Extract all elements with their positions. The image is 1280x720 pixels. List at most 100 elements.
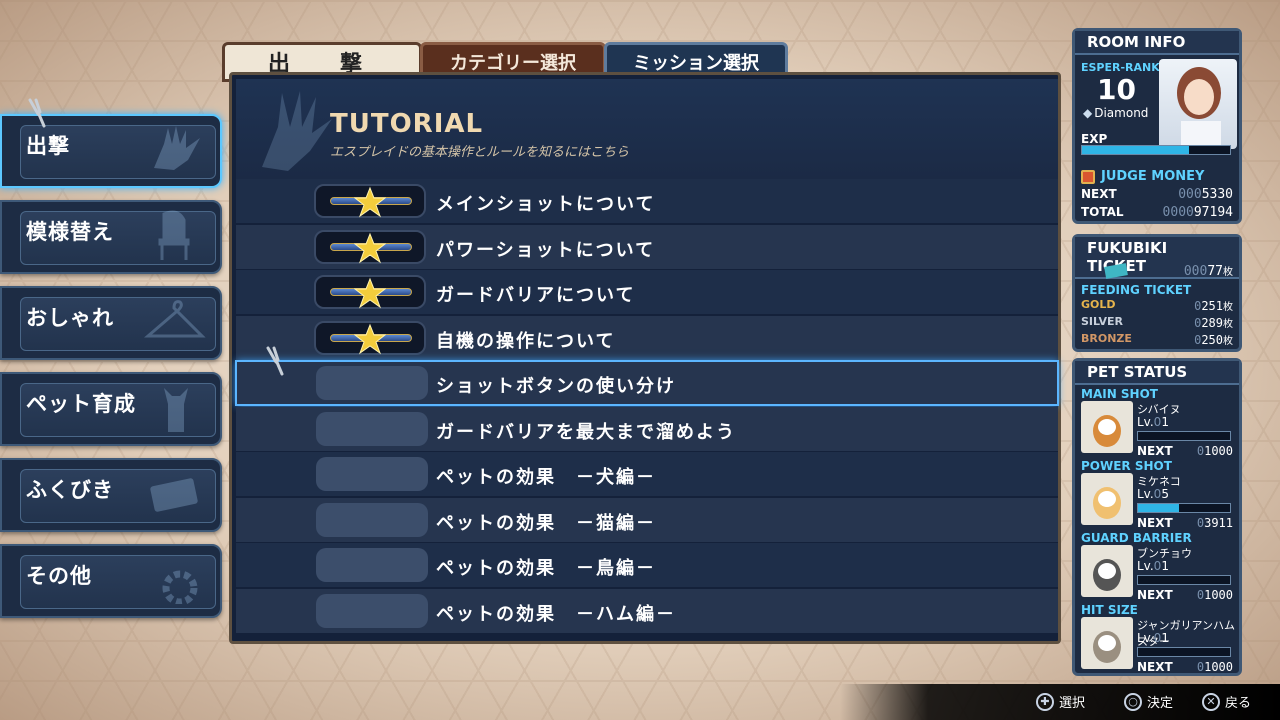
pet-next-label: NEXT (1137, 444, 1173, 458)
menu-item-label: 模様替え (26, 220, 114, 244)
mission-label: ペットの効果 －猫編－ (436, 512, 656, 534)
empty-badge (316, 502, 428, 537)
mission-label: メインショットについて (436, 194, 656, 215)
pet-level-value: 5 (1161, 487, 1169, 501)
menu-item-pet-training[interactable]: ペット育成 (0, 372, 222, 446)
mission-label: ガードバリアを最大まで溜めよう (436, 421, 736, 443)
diamond-icon: ◆ (1083, 106, 1093, 120)
bronze-count: 250 (1201, 333, 1223, 347)
pet-exp-bar (1137, 431, 1231, 441)
pet-level: Lv.01 (1137, 631, 1169, 645)
mission-row[interactable]: ペットの効果 －猫編－ (236, 497, 1058, 542)
ticket-icon (1104, 263, 1128, 279)
gold-label: GOLD (1081, 298, 1116, 311)
next-label: NEXT (1081, 187, 1117, 201)
menu-item-label: ふくびき (26, 478, 114, 502)
ticket-count: 77 (1207, 264, 1223, 279)
pet-slot-label: POWER SHOT (1081, 459, 1172, 473)
cross-button-icon: ✕ (1202, 692, 1220, 711)
room-info-title: ROOM INFO (1075, 31, 1239, 55)
pet-next-label: NEXT (1137, 516, 1173, 530)
star-icon (354, 232, 386, 263)
silver-label: SILVER (1081, 315, 1124, 328)
pet-next-label: NEXT (1137, 660, 1173, 674)
cursor-icon (266, 346, 284, 376)
hand-icon (154, 126, 200, 170)
hanger-icon (144, 300, 206, 338)
menu-item-label: おしゃれ (26, 306, 114, 330)
hint-confirm: ○ 決定 (1124, 692, 1173, 711)
silver-unit: 枚 (1223, 319, 1233, 330)
pet-portrait (1081, 473, 1133, 525)
tutorial-subtitle: エスプレイドの基本操作とルールを知るにはこちら (330, 145, 630, 160)
rank-value: 10 (1097, 73, 1136, 106)
mission-row[interactable]: ガードバリアを最大まで溜めよう (236, 406, 1058, 451)
mission-row[interactable]: ペットの効果 －鳥編－ (236, 543, 1058, 587)
ticket-unit: 枚 (1223, 267, 1233, 278)
menu-item-label: その他 (26, 564, 92, 588)
pet-portrait (1081, 545, 1133, 597)
empty-badge (316, 366, 428, 400)
pet-level: Lv.05 (1137, 487, 1169, 501)
menu-item-other[interactable]: その他 (0, 544, 222, 618)
hint-confirm-label: 決定 (1147, 696, 1174, 711)
star-icon (354, 277, 386, 309)
mission-row[interactable]: 自機の操作について (236, 315, 1058, 360)
mission-row[interactable]: ショットボタンの使い分け (235, 360, 1059, 406)
empty-badge (316, 457, 428, 491)
money-icon (1081, 169, 1095, 184)
pet-slot-label: MAIN SHOT (1081, 387, 1158, 401)
mission-label: ショットボタンの使い分け (436, 376, 676, 397)
pet-level-value: 1 (1161, 415, 1169, 429)
mission-row[interactable]: パワーショットについて (236, 224, 1058, 269)
gold-count: 251 (1201, 299, 1223, 313)
pet-next-label: NEXT (1137, 588, 1173, 602)
mission-row[interactable]: メインショットについて (236, 179, 1058, 223)
menu-item-label: 出撃 (26, 134, 70, 158)
ticket-count-padding: 000 (1183, 264, 1208, 279)
hint-back-label: 戻る (1225, 696, 1252, 711)
menu-item-label: ペット育成 (26, 392, 136, 416)
pet-portrait (1081, 617, 1133, 669)
silver-count: 289 (1201, 316, 1223, 330)
next-value-padding: 000 (1178, 187, 1202, 202)
menu-item-lottery[interactable]: ふくびき (0, 458, 222, 532)
next-value: 5330 (1201, 187, 1233, 202)
empty-badge (316, 411, 428, 446)
mission-row[interactable]: ペットの効果 －ハム編－ (236, 588, 1058, 633)
cat-icon (164, 388, 188, 432)
pet-level-value: 1 (1161, 631, 1169, 645)
menu-item-redecorate[interactable]: 模様替え (0, 200, 222, 274)
pet-next-value: 1000 (1204, 444, 1233, 458)
dpad-icon: ✚ (1036, 692, 1054, 711)
pet-exp-bar (1137, 503, 1231, 513)
control-hints-bar: ✚ 選択 ○ 決定 ✕ 戻る (840, 684, 1280, 720)
mission-label: パワーショットについて (436, 239, 656, 261)
chair-icon (158, 210, 190, 260)
pet-next-value: 3911 (1204, 516, 1233, 530)
exp-label: EXP (1081, 132, 1108, 146)
total-value: 97194 (1193, 205, 1233, 220)
gear-icon (162, 570, 198, 604)
star-icon (354, 186, 386, 218)
clear-badge (314, 320, 426, 355)
hand-icon (262, 91, 332, 171)
gold-unit: 枚 (1223, 302, 1233, 313)
mission-panel: TUTORIAL エスプレイドの基本操作とルールを知るにはこちら メインショット… (229, 72, 1061, 644)
mission-label: ペットの効果 －ハム編－ (436, 603, 676, 625)
pet-exp-bar (1137, 575, 1231, 585)
cursor-icon (28, 98, 46, 128)
menu-item-fashion[interactable]: おしゃれ (0, 286, 222, 360)
hint-select: ✚ 選択 (1036, 692, 1085, 711)
pet-next-padding: 0 (1196, 516, 1205, 530)
mission-label: ガードバリアについて (436, 285, 636, 306)
tutorial-title: TUTORIAL (330, 109, 484, 139)
pet-level-label: Lv. (1137, 631, 1154, 645)
mission-row[interactable]: ガードバリアについて (236, 270, 1058, 314)
pet-next-padding: 0 (1196, 444, 1205, 458)
hint-select-label: 選択 (1059, 696, 1086, 711)
judge-money-label: JUDGE MONEY (1101, 169, 1205, 184)
pet-level: Lv.01 (1137, 559, 1169, 573)
pet-level-label: Lv. (1137, 415, 1154, 429)
mission-row[interactable]: ペットの効果 －犬編－ (236, 452, 1058, 496)
